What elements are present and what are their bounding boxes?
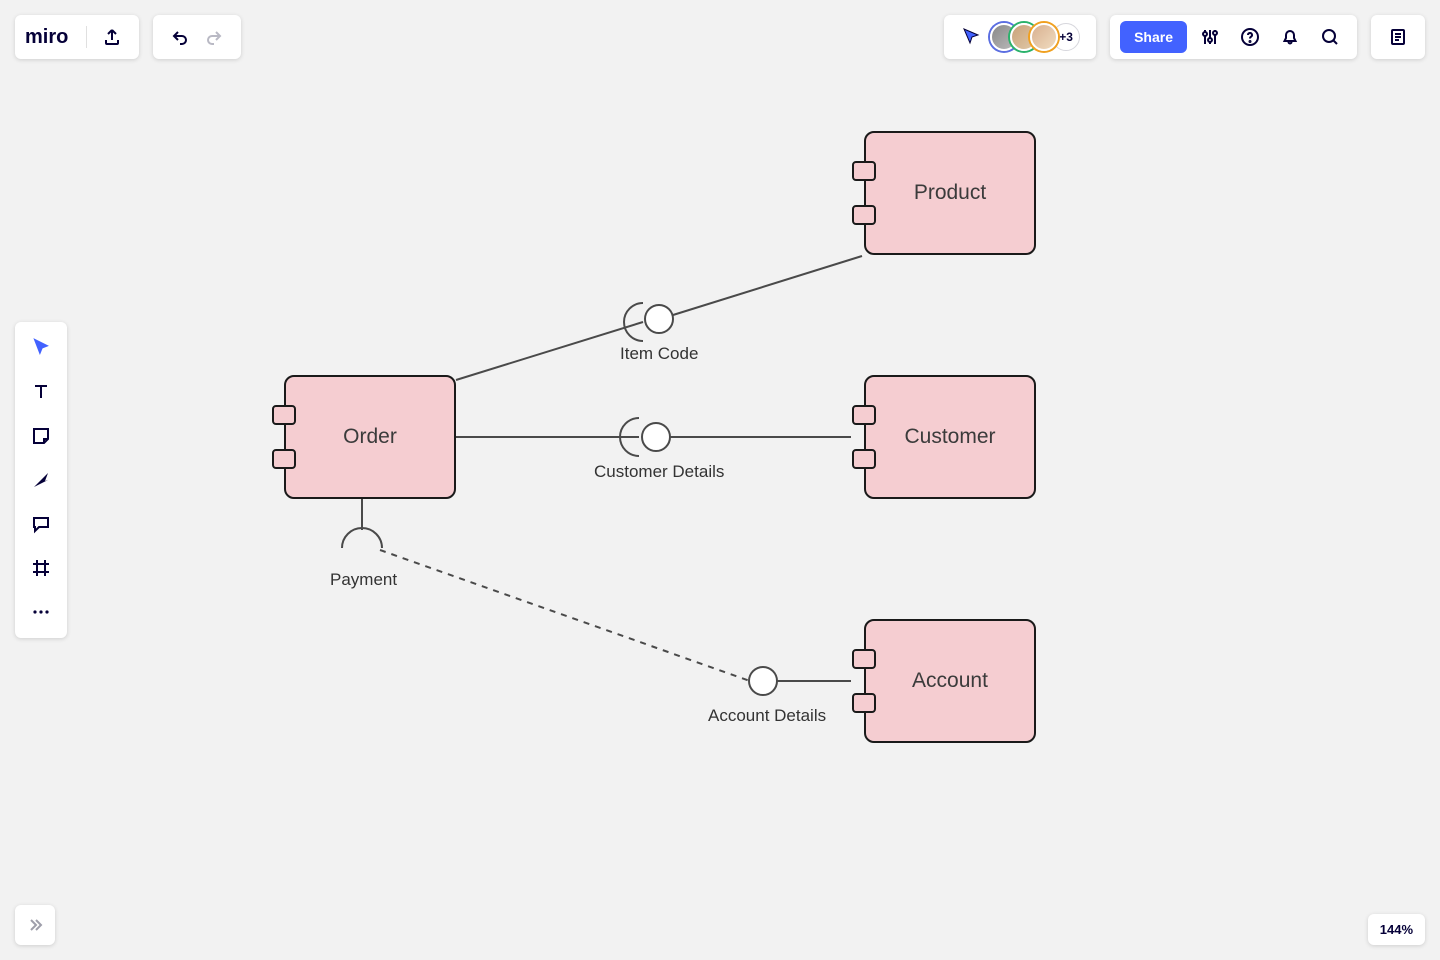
component-port [852, 649, 876, 669]
tool-connector[interactable] [21, 460, 61, 500]
notes-panel [1371, 15, 1425, 59]
component-account[interactable]: Account [864, 619, 1036, 743]
avatar[interactable] [1030, 23, 1058, 51]
interface-label-customer-details[interactable]: Customer Details [594, 462, 724, 482]
notes-icon[interactable] [1381, 20, 1415, 54]
component-port [272, 449, 296, 469]
present-cursor-icon[interactable] [954, 20, 988, 54]
component-port [852, 405, 876, 425]
component-port [852, 693, 876, 713]
avatar-stack[interactable]: +3 [988, 23, 1086, 51]
component-port [852, 205, 876, 225]
actions-panel: Share [1110, 15, 1357, 59]
component-label: Customer [904, 425, 995, 449]
tool-sticky-note[interactable] [21, 416, 61, 456]
collaborators-panel: +3 [944, 15, 1096, 59]
component-product[interactable]: Product [864, 131, 1036, 255]
component-label: Order [343, 425, 397, 449]
expand-toolbar-button[interactable] [15, 905, 55, 945]
tool-frame[interactable] [21, 548, 61, 588]
component-order[interactable]: Order [284, 375, 456, 499]
tool-more[interactable] [21, 592, 61, 632]
divider [86, 26, 87, 48]
canvas[interactable]: Order Product Customer Account Item Code… [0, 0, 1440, 960]
history-panel [153, 15, 241, 59]
search-icon[interactable] [1313, 20, 1347, 54]
tool-select[interactable] [21, 328, 61, 368]
app-logo[interactable]: miro [25, 26, 78, 49]
zoom-level[interactable]: 144% [1368, 914, 1425, 945]
left-toolbar [15, 322, 67, 638]
component-customer[interactable]: Customer [864, 375, 1036, 499]
tool-comment[interactable] [21, 504, 61, 544]
component-label: Product [914, 181, 986, 205]
settings-icon[interactable] [1193, 20, 1227, 54]
tool-text[interactable] [21, 372, 61, 412]
interface-label-account-details[interactable]: Account Details [708, 706, 826, 726]
component-label: Account [912, 669, 988, 693]
interface-label-payment[interactable]: Payment [330, 570, 397, 590]
export-icon[interactable] [95, 20, 129, 54]
share-button[interactable]: Share [1120, 21, 1187, 53]
undo-icon[interactable] [163, 20, 197, 54]
component-port [852, 161, 876, 181]
main-menu-panel: miro [15, 15, 139, 59]
component-port [852, 449, 876, 469]
help-icon[interactable] [1233, 20, 1267, 54]
redo-icon[interactable] [197, 20, 231, 54]
notifications-icon[interactable] [1273, 20, 1307, 54]
component-port [272, 405, 296, 425]
interface-label-item-code[interactable]: Item Code [620, 344, 698, 364]
